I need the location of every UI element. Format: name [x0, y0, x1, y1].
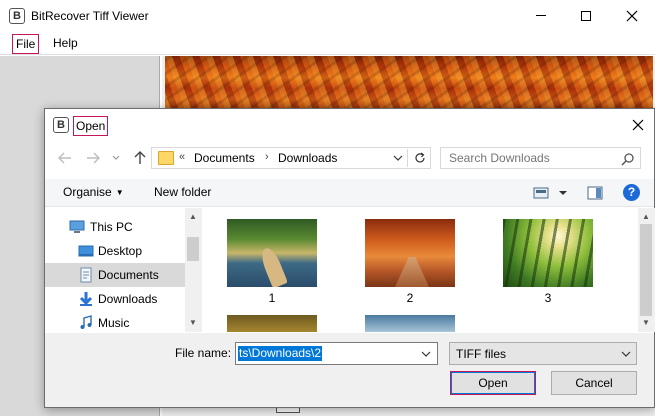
- breadcrumb-documents[interactable]: Documents: [194, 151, 255, 165]
- music-icon: [80, 315, 92, 329]
- change-view-button[interactable]: [533, 185, 569, 201]
- refresh-button[interactable]: [410, 149, 430, 167]
- tree-item-documents[interactable]: Documents: [45, 263, 185, 287]
- new-folder-button[interactable]: New folder: [154, 185, 211, 199]
- scroll-up-icon[interactable]: ▲: [189, 212, 197, 221]
- forward-button[interactable]: [83, 148, 103, 168]
- file-name-label-text: File name:: [175, 346, 232, 360]
- menu-help[interactable]: Help: [50, 34, 81, 54]
- computer-icon: [69, 220, 85, 233]
- breadcrumb-downloads[interactable]: Downloads: [278, 151, 337, 165]
- file-name-label: 1: [268, 291, 276, 305]
- recent-locations-button[interactable]: [109, 148, 123, 168]
- organise-button[interactable]: Organise ▼: [63, 185, 124, 199]
- file-name-label: 2: [406, 291, 414, 305]
- open-button[interactable]: Open: [450, 371, 536, 395]
- chevron-down-icon: [112, 155, 120, 160]
- search-icon[interactable]: [620, 151, 636, 167]
- file-name-label: 3: [544, 291, 552, 305]
- file-name-dropdown[interactable]: [418, 346, 434, 362]
- arrow-up-icon: [134, 151, 146, 164]
- file-thumbnail: [365, 219, 455, 287]
- preview-pane-button[interactable]: [587, 185, 603, 201]
- view-options-icon: [533, 187, 567, 199]
- minimize-icon: [536, 15, 546, 16]
- caret-down-icon: ▼: [115, 188, 124, 197]
- up-button[interactable]: [130, 148, 150, 168]
- open-dialog: B Open « Documents › Downloads Search Do…: [44, 108, 655, 408]
- search-box[interactable]: [440, 147, 641, 169]
- close-icon: [632, 119, 644, 131]
- menu-file[interactable]: File: [12, 34, 40, 54]
- maximize-icon: [581, 10, 591, 21]
- scroll-down-icon[interactable]: ▼: [642, 318, 650, 327]
- app-titlebar: B BitRecover Tiff Viewer: [0, 0, 655, 31]
- chevron-down-icon: [393, 155, 402, 161]
- help-icon[interactable]: ?: [623, 184, 640, 201]
- scroll-up-icon[interactable]: ▲: [642, 212, 650, 221]
- file-list: 1 2 3: [203, 208, 655, 332]
- documents-icon: [80, 267, 92, 283]
- downloads-icon: [79, 292, 93, 306]
- folder-icon: [158, 151, 174, 165]
- file-type-dropdown[interactable]: [618, 346, 634, 362]
- arrow-right-icon: [87, 152, 100, 164]
- dialog-titlebar: B Open: [45, 109, 654, 141]
- dialog-close-button[interactable]: [625, 113, 651, 137]
- dialog-title: Open: [73, 116, 109, 136]
- tree-item-downloads[interactable]: Downloads: [45, 287, 185, 311]
- scrollbar-thumb[interactable]: [640, 224, 652, 316]
- address-bar[interactable]: « Documents › Downloads: [151, 147, 431, 169]
- scroll-down-icon[interactable]: ▼: [189, 318, 197, 327]
- maximize-button[interactable]: [563, 0, 609, 31]
- close-button[interactable]: [609, 0, 655, 31]
- cancel-button[interactable]: Cancel: [551, 371, 637, 395]
- file-name-field[interactable]: ts\Downloads\2: [235, 342, 438, 365]
- tree-label: Documents: [98, 268, 159, 282]
- close-icon: [626, 10, 638, 21]
- breadcrumb-separator[interactable]: ›: [265, 151, 269, 163]
- address-history-button[interactable]: [388, 149, 408, 167]
- command-bar: Organise ▼ New folder ?: [45, 179, 654, 207]
- dialog-logo-icon: B: [53, 117, 69, 133]
- arrow-left-icon: [58, 152, 71, 164]
- file-name-value[interactable]: ts\Downloads\2: [238, 346, 323, 361]
- file-thumbnail: [227, 219, 317, 287]
- tree-item-music[interactable]: Music: [45, 311, 185, 335]
- navigation-pane: This PC Desktop Documents Downloads Musi…: [45, 208, 202, 332]
- scrollbar-thumb[interactable]: [187, 237, 199, 261]
- file-type-value: TIFF files: [456, 347, 506, 361]
- app-logo-icon: B: [9, 8, 25, 24]
- app-title: BitRecover Tiff Viewer: [31, 9, 149, 23]
- file-list-scrollbar[interactable]: ▲ ▼: [638, 208, 655, 332]
- chevron-down-icon: [421, 351, 431, 357]
- desktop-folder-icon: [78, 245, 94, 257]
- breadcrumb-overflow[interactable]: «: [179, 151, 185, 163]
- navigation-scrollbar[interactable]: ▲ ▼: [185, 208, 202, 332]
- tree-item-desktop[interactable]: Desktop: [45, 239, 185, 263]
- navigation-bar: « Documents › Downloads: [45, 145, 654, 171]
- file-thumbnail: [365, 315, 455, 332]
- tree-label: Downloads: [98, 292, 158, 306]
- preview-pane-icon: [587, 186, 603, 200]
- tree-label: Desktop: [98, 244, 143, 258]
- back-button[interactable]: [55, 148, 75, 168]
- tree-label: This PC: [90, 220, 133, 234]
- tree-label: Music: [98, 316, 130, 330]
- minimize-button[interactable]: [518, 0, 564, 31]
- file-thumbnail: [503, 219, 593, 287]
- file-thumbnail: [227, 315, 317, 332]
- viewer-image: [165, 56, 653, 110]
- refresh-icon: [415, 152, 425, 163]
- organise-label: Organise: [63, 185, 112, 199]
- chevron-down-icon: [621, 351, 631, 357]
- file-type-select[interactable]: TIFF files: [449, 342, 637, 365]
- search-input[interactable]: [442, 149, 612, 167]
- tree-item-this-pc[interactable]: This PC: [45, 215, 185, 239]
- dialog-footer: File name: ts\Downloads\2 TIFF files Ope…: [45, 333, 654, 407]
- app-menubar: File Help: [0, 31, 655, 55]
